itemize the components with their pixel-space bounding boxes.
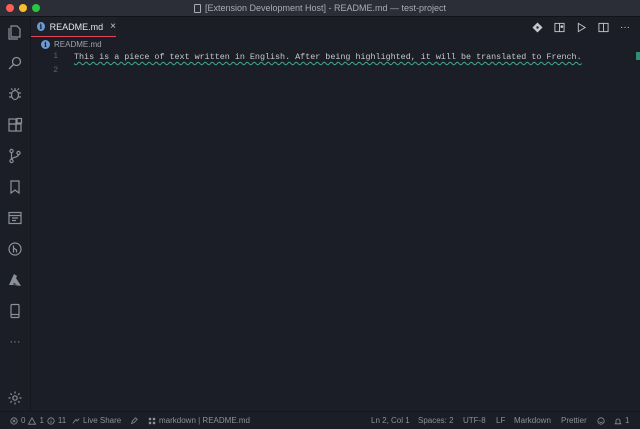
warning-count: 1 [39, 416, 44, 425]
warning-icon [28, 416, 37, 425]
source-control-icon[interactable] [6, 147, 24, 165]
problems-indicator[interactable]: 0 1 11 [10, 412, 66, 429]
window-title: [Extension Development Host] - README.md… [204, 3, 447, 13]
breadcrumb: i README.md [31, 37, 102, 51]
info-icon: i [41, 39, 50, 49]
tab-label: README.md [49, 21, 104, 32]
more-actions-icon[interactable]: ··· [618, 20, 632, 34]
smiley-icon [597, 416, 605, 425]
editor-actions: ··· [530, 17, 632, 37]
status-bar: 0 1 11 Live Share markdown | README.md L… [0, 411, 640, 429]
split-editor-icon[interactable] [596, 20, 610, 34]
editor-line[interactable]: This is a piece of text written in Engli… [74, 52, 582, 62]
indentation-indicator[interactable]: Spaces: 2 [418, 412, 454, 429]
grid-icon [148, 417, 156, 424]
language-file-indicator[interactable]: markdown | README.md [148, 412, 250, 429]
close-icon[interactable]: × [110, 21, 116, 32]
line-number: 1 [53, 52, 58, 61]
debug-icon[interactable] [6, 85, 24, 103]
activity-bar: ··· [0, 17, 31, 411]
prettier-status[interactable]: Prettier [561, 412, 587, 429]
breadcrumb-item[interactable]: README.md [54, 40, 102, 49]
file-icon [193, 3, 201, 13]
live-share-icon [72, 417, 80, 424]
info-count: 11 [57, 416, 67, 425]
language-mode[interactable]: Markdown [514, 412, 551, 429]
search-icon[interactable] [6, 54, 24, 72]
feedback-button[interactable] [597, 412, 605, 429]
pen-icon [130, 416, 138, 424]
explorer-icon[interactable] [6, 23, 24, 41]
cursor-position[interactable]: Ln 2, Col 1 [371, 412, 410, 429]
error-icon [10, 416, 18, 425]
live-share-label: Live Share [83, 416, 122, 425]
split-preview-icon[interactable] [552, 20, 566, 34]
extensions-icon[interactable] [6, 116, 24, 134]
more-icon[interactable]: ··· [6, 333, 24, 351]
line-number: 2 [53, 66, 58, 75]
notifications-button[interactable]: 1 [614, 412, 629, 429]
bookmark-icon[interactable] [6, 178, 24, 196]
window-title-wrap: [Extension Development Host] - README.md… [0, 0, 640, 16]
browser-icon[interactable] [6, 209, 24, 227]
gear-icon[interactable] [6, 389, 24, 407]
bell-icon [614, 418, 622, 424]
info-icon: i [37, 22, 45, 31]
eol-indicator[interactable]: LF [496, 412, 505, 429]
info-count-icon [47, 416, 55, 425]
azure-icon[interactable] [6, 271, 24, 289]
tab-readme[interactable]: i README.md × [31, 17, 116, 37]
encoding-indicator[interactable]: UTF-8 [463, 412, 486, 429]
error-count: 0 [21, 416, 26, 425]
language-file-label: markdown | README.md [159, 416, 250, 425]
pen-indicator[interactable] [130, 412, 138, 429]
title-bar: [Extension Development Host] - README.md… [0, 0, 640, 17]
scrollbar-marker [636, 52, 640, 60]
git-compare-icon[interactable] [530, 20, 544, 34]
git-graph-icon[interactable] [6, 240, 24, 258]
run-icon[interactable] [574, 20, 588, 34]
live-share-button[interactable]: Live Share [72, 412, 121, 429]
notification-count: 1 [625, 416, 630, 425]
device-icon[interactable] [6, 302, 24, 320]
